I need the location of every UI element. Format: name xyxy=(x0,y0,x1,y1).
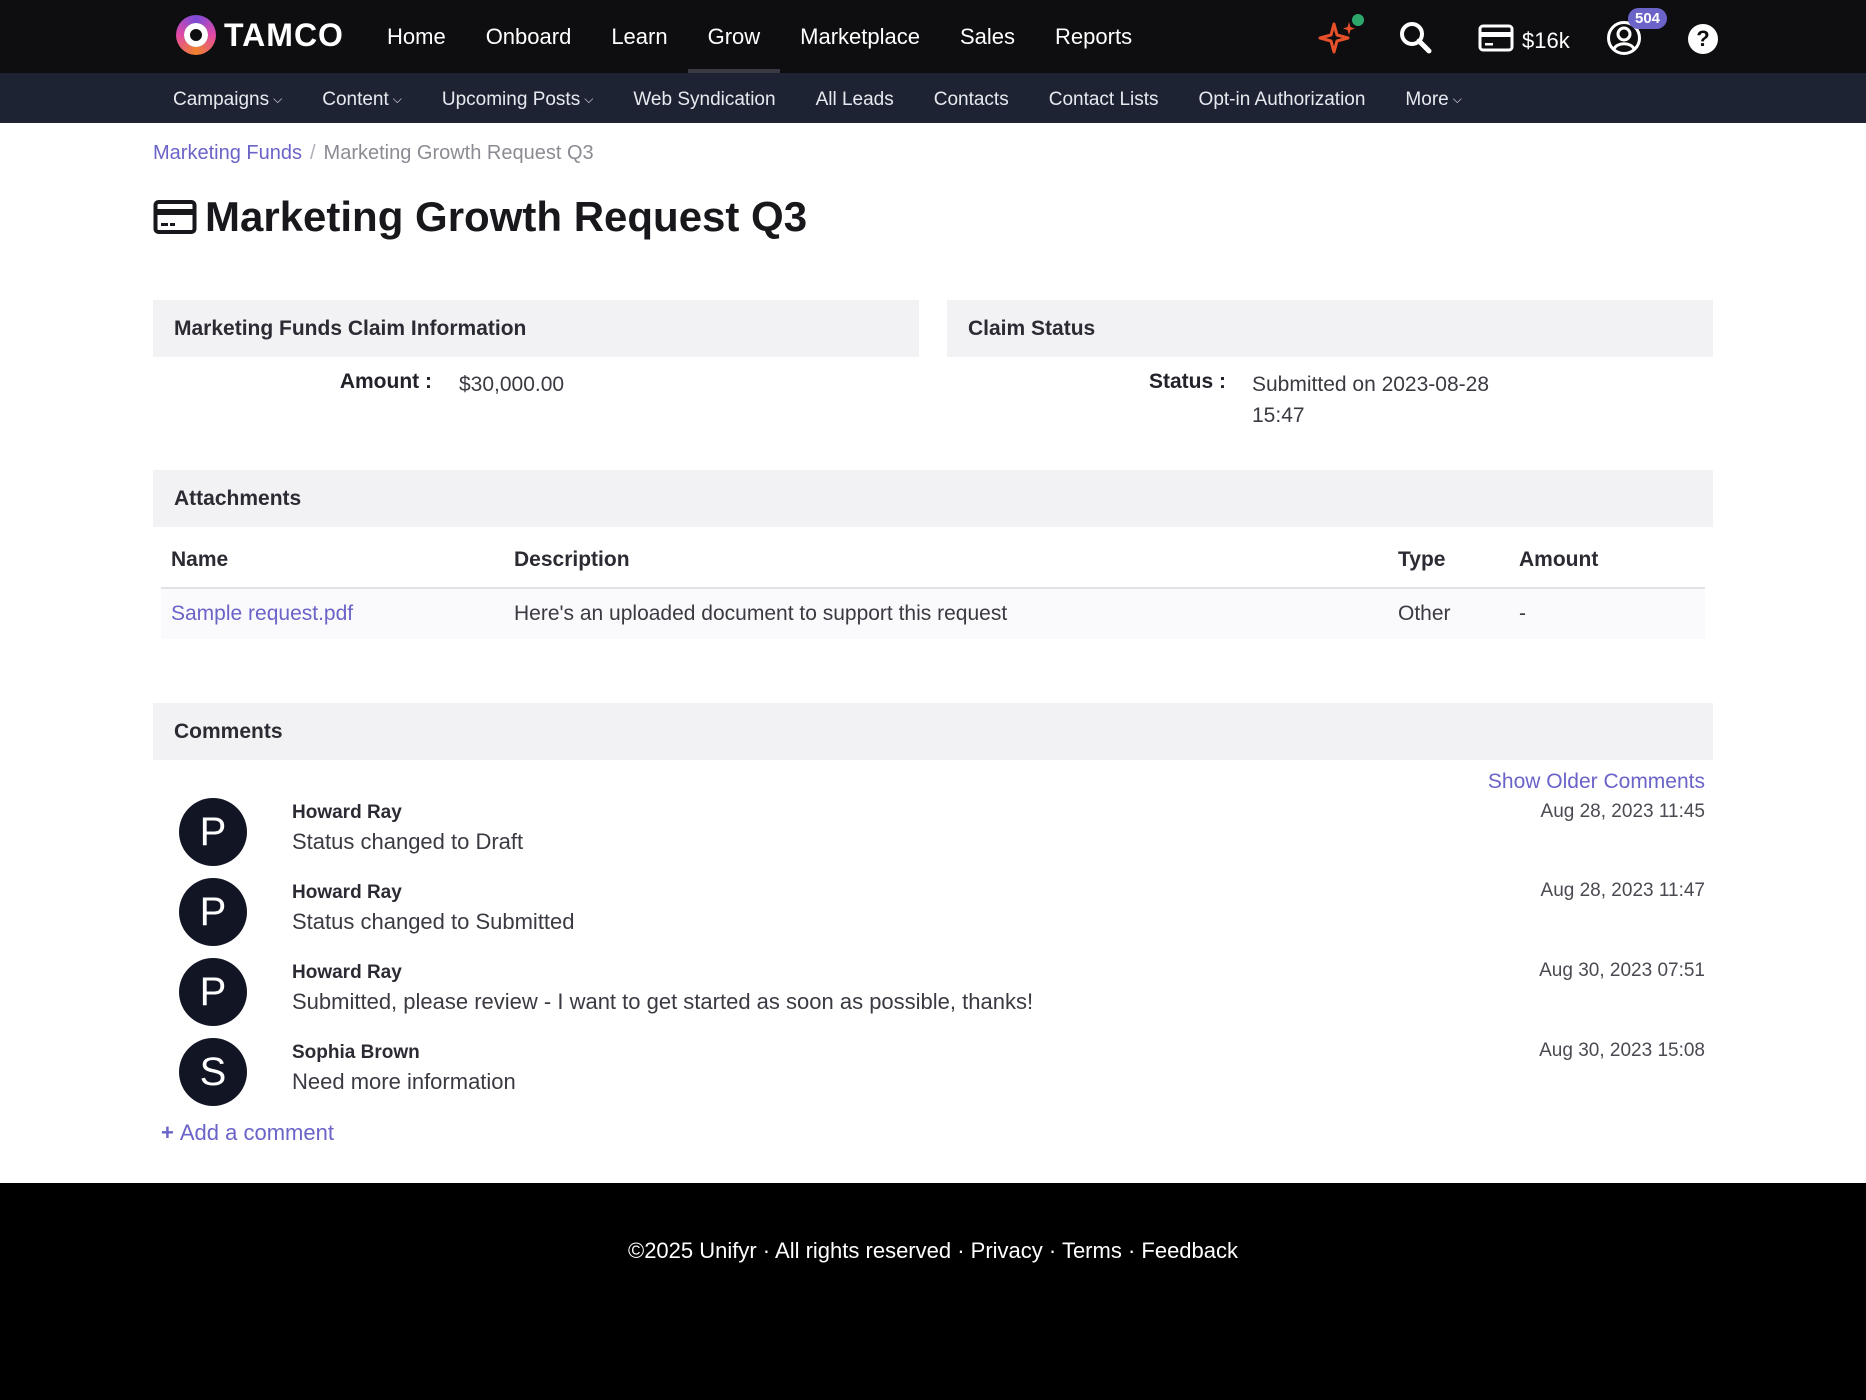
avatar: P xyxy=(179,798,247,866)
comment-author: Howard Ray xyxy=(292,802,402,823)
breadcrumb: Marketing Funds / Marketing Growth Request… xyxy=(153,142,594,165)
help-icon[interactable]: ? xyxy=(1688,24,1718,54)
sub-nav: Campaigns ⌵ Content ⌵ Upcoming Posts ⌵ Web … xyxy=(0,73,1866,123)
notification-badge: 504 xyxy=(1628,8,1668,29)
top-navbar: TAMCO Home Onboard Learn Grow Marketplac… xyxy=(0,0,1866,73)
column-header-description: Description xyxy=(504,532,1388,589)
comment-item: P Howard Ray Status changed to Draft Aug… xyxy=(161,798,1705,870)
search-icon[interactable] xyxy=(1398,20,1432,54)
plus-icon: + xyxy=(161,1120,174,1145)
sub-nav-opt-in-authorization[interactable]: Opt-in Authorization xyxy=(1179,73,1386,123)
page-title: Marketing Growth Request Q3 xyxy=(205,193,808,240)
main-nav-reports[interactable]: Reports xyxy=(1035,0,1152,73)
sub-nav-campaigns[interactable]: Campaigns ⌵ xyxy=(153,73,302,123)
sub-nav-upcoming-posts[interactable]: Upcoming Posts ⌵ xyxy=(422,73,613,123)
comment-item: S Sophia Brown Need more information Aug… xyxy=(161,1038,1705,1110)
brand-logo[interactable]: TAMCO xyxy=(176,14,344,56)
status-value-line2: 15:47 xyxy=(1252,404,1305,427)
attachment-file-link[interactable]: Sample request.pdf xyxy=(161,588,504,639)
avatar: S xyxy=(179,1038,247,1106)
sub-nav-web-syndication[interactable]: Web Syndication xyxy=(613,73,795,123)
footer-copyright: ©2025 Unifyr · All rights reserved · xyxy=(627,1238,971,1263)
comment-timestamp: Aug 28, 2023 11:45 xyxy=(1540,801,1705,822)
main-nav-onboard[interactable]: Onboard xyxy=(466,0,592,73)
main-nav-home[interactable]: Home xyxy=(367,0,466,73)
main-nav-sales[interactable]: Sales xyxy=(940,0,1035,73)
status-value: Submitted on 2023-08-28 15:47 xyxy=(1252,369,1489,431)
attachment-description: Here's an uploaded document to support t… xyxy=(504,588,1388,639)
status-value-line1: Submitted on 2023-08-28 xyxy=(1252,373,1489,396)
claim-status-header: Claim Status xyxy=(947,300,1713,357)
amount-label: Amount : xyxy=(339,370,432,393)
breadcrumb-current: Marketing Growth Request Q3 xyxy=(323,142,594,164)
amount-value: $30,000.00 xyxy=(459,373,565,396)
footer-links: ©2025 Unifyr · All rights reserved · Pri… xyxy=(0,1238,1866,1264)
add-comment-link[interactable]: + Add a comment xyxy=(161,1120,334,1146)
comment-text: Submitted, please review - I want to get… xyxy=(292,989,1034,1014)
logo-mark-icon xyxy=(176,15,216,55)
comment-text: Need more information xyxy=(292,1069,516,1094)
comment-item: P Howard Ray Status changed to Submitted… xyxy=(161,878,1705,950)
table-row: Sample request.pdf Here's an uploaded do… xyxy=(161,588,1705,639)
main-nav-learn[interactable]: Learn xyxy=(591,0,687,73)
main-nav-marketplace[interactable]: Marketplace xyxy=(780,0,940,73)
add-comment-label: Add a comment xyxy=(179,1120,334,1145)
footer-terms-link[interactable]: Terms xyxy=(1062,1238,1122,1263)
attachments-table: Name Description Type Amount Sample requ… xyxy=(161,532,1705,639)
column-header-type: Type xyxy=(1388,532,1509,589)
comment-timestamp: Aug 30, 2023 15:08 xyxy=(1539,1040,1705,1061)
claim-info-header: Marketing Funds Claim Information xyxy=(153,300,919,357)
main-nav-grow[interactable]: Grow xyxy=(687,0,781,73)
column-header-amount: Amount xyxy=(1509,532,1705,589)
show-older-comments-link[interactable]: Show Older Comments xyxy=(1488,770,1705,794)
footer-privacy-link[interactable]: Privacy xyxy=(971,1238,1043,1263)
column-header-name: Name xyxy=(161,532,504,589)
sub-nav-contacts[interactable]: Contacts xyxy=(914,73,1029,123)
breadcrumb-separator: / xyxy=(309,142,316,164)
chevron-down-icon: ⌵ xyxy=(1452,92,1462,106)
sub-nav-more[interactable]: More ⌵ xyxy=(1385,73,1481,123)
footer-separator: · xyxy=(1042,1238,1062,1263)
footer-feedback-link[interactable]: Feedback xyxy=(1141,1238,1238,1263)
attachment-type: Other xyxy=(1388,588,1509,639)
avatar: P xyxy=(179,958,247,1026)
comment-item: P Howard Ray Submitted, please review - … xyxy=(161,958,1705,1030)
funds-balance[interactable]: $16k xyxy=(1522,28,1570,54)
chevron-down-icon: ⌵ xyxy=(584,92,594,106)
page-header: Marketing Growth Request Q3 xyxy=(153,193,807,241)
sub-nav-label: Content xyxy=(322,89,389,110)
footer: ©2025 Unifyr · All rights reserved · Pri… xyxy=(0,1183,1866,1400)
main-nav: Home Onboard Learn Grow Marketplace Sale… xyxy=(367,0,1152,73)
comment-author: Sophia Brown xyxy=(292,1042,420,1063)
attachments-header: Attachments xyxy=(153,470,1713,527)
sub-nav-label: More xyxy=(1405,89,1449,110)
credit-card-icon xyxy=(153,200,197,234)
sub-nav-content[interactable]: Content ⌵ xyxy=(302,73,422,123)
comment-text: Status changed to Draft xyxy=(292,829,524,854)
status-label: Status : xyxy=(1148,370,1226,393)
avatar: P xyxy=(179,878,247,946)
sub-nav-contact-lists[interactable]: Contact Lists xyxy=(1029,73,1179,123)
sub-nav-label: Upcoming Posts xyxy=(441,89,581,110)
comment-timestamp: Aug 28, 2023 11:47 xyxy=(1540,880,1705,901)
comment-author: Howard Ray xyxy=(292,962,402,983)
online-status-dot xyxy=(1352,14,1364,26)
brand-name: TAMCO xyxy=(224,16,344,53)
chevron-down-icon: ⌵ xyxy=(273,92,283,106)
breadcrumb-marketing-funds[interactable]: Marketing Funds xyxy=(153,142,302,164)
comment-author: Howard Ray xyxy=(292,882,402,903)
wallet-card-icon[interactable] xyxy=(1478,24,1514,52)
footer-separator: · xyxy=(1121,1238,1142,1263)
chevron-down-icon: ⌵ xyxy=(392,92,402,106)
comment-timestamp: Aug 30, 2023 07:51 xyxy=(1539,960,1705,981)
table-header-row: Name Description Type Amount xyxy=(161,532,1705,589)
comments-header: Comments xyxy=(153,703,1713,760)
comment-text: Status changed to Submitted xyxy=(292,909,575,934)
sub-nav-all-leads[interactable]: All Leads xyxy=(796,73,914,123)
sub-nav-label: Campaigns xyxy=(173,89,270,110)
attachment-amount: - xyxy=(1509,588,1705,639)
